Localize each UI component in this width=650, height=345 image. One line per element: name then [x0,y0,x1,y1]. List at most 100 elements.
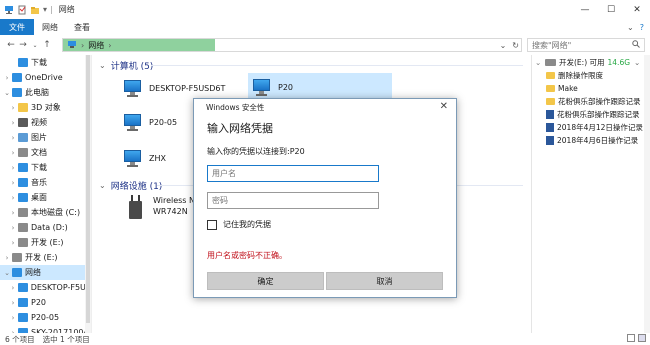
chevron-icon[interactable]: › [2,74,12,82]
ok-button[interactable]: 确定 [207,272,324,290]
close-button[interactable]: ✕ [624,0,650,19]
up-arrow-icon[interactable]: ↑ [41,40,53,50]
computer-item-selected[interactable]: P20 [248,73,392,101]
minimize-button[interactable]: — [572,0,598,19]
refresh-icon[interactable]: ↻ [512,41,519,50]
chevron-icon[interactable]: › [8,239,18,247]
recent-locations-icon[interactable]: ⌄ [29,42,41,49]
group-header-devices[interactable]: ⌄ 网络设施 (1) [99,178,162,192]
sidebar-item[interactable]: › 开发 (E:) [0,250,91,265]
cancel-button[interactable]: 取消 [326,272,443,290]
chevron-icon[interactable]: › [8,104,18,112]
sidebar-item[interactable]: › Data (D:) [0,220,91,235]
tab-view[interactable]: 查看 [66,19,98,35]
chevron-icon[interactable]: › [8,149,18,157]
chevron-down-icon[interactable]: ⌄ [99,61,106,70]
scrollbar-thumb[interactable] [86,55,90,323]
download-icon [18,163,28,172]
expand-icon[interactable]: ⌄ [634,58,640,67]
properties-icon[interactable] [17,5,27,15]
recent-item[interactable]: 花粉俱乐部操作跟踪记录 [532,95,650,108]
details-scrollbar[interactable] [644,55,650,333]
drive-icon [18,238,28,247]
chevron-icon[interactable]: › [8,299,18,307]
chevron-icon[interactable]: › [8,164,18,172]
chevron-down-icon[interactable]: ⌄ [535,58,545,67]
search-box[interactable] [527,38,645,52]
computer-item[interactable]: DESKTOP-F5USD6T [121,77,249,99]
sidebar-item[interactable]: › 图片 [0,130,91,145]
group-header-computers[interactable]: ⌄ 计算机 (5) [99,58,153,72]
sidebar-item[interactable]: › DESKTOP-F5US [0,280,91,295]
sidebar-item[interactable]: › P20-05 [0,310,91,325]
search-input[interactable] [532,40,632,50]
recent-item[interactable]: 花粉俱乐部操作跟踪记录 [532,108,650,121]
sidebar-item[interactable]: 下载 [0,55,91,70]
password-field[interactable] [207,192,379,209]
title-bar: ▾ | 网络 — ☐ ✕ [0,0,650,19]
remember-checkbox[interactable] [207,219,217,230]
sidebar-item[interactable]: › P20 [0,295,91,310]
computer-icon [121,113,143,131]
tab-network[interactable]: 网络 [34,19,66,35]
chevron-icon[interactable]: › [8,284,18,292]
remember-credentials[interactable]: 记住我的凭据 [207,219,271,230]
large-icons-view-icon[interactable] [638,334,646,342]
breadcrumb-network[interactable]: 网络 [88,40,104,51]
chevron-icon[interactable]: › [8,194,18,202]
tab-file[interactable]: 文件 [0,19,34,35]
sidebar-item-label: 文档 [31,148,47,157]
sidebar-item[interactable]: › 桌面 [0,190,91,205]
sidebar-item-label: 下载 [31,58,47,67]
sidebar-item[interactable]: › 文档 [0,145,91,160]
back-arrow-icon[interactable]: ← [5,40,17,50]
help-button[interactable]: ? [640,23,644,32]
sidebar-item-label: 音乐 [31,178,47,187]
username-field[interactable] [207,165,379,182]
sidebar-item[interactable]: ⌄ 此电脑 [0,85,91,100]
maximize-button[interactable]: ☐ [598,0,624,19]
recent-item[interactable]: 2018年4月6日操作记录 [532,134,650,147]
chevron-icon[interactable]: ⌄ [2,269,12,277]
chevron-icon[interactable]: › [8,134,18,142]
chevron-icon[interactable]: › [2,254,12,262]
address-dropdown-icon[interactable]: ⌄ [500,41,507,50]
chevron-icon[interactable]: › [8,209,18,217]
chevron-down-icon[interactable]: ⌄ [99,181,106,190]
recent-item-label: 删除操作限度 [558,71,603,80]
sidebar-item[interactable]: › 本地磁盘 (C:) [0,205,91,220]
chevron-down-icon[interactable]: ⌄ [627,23,634,32]
error-message: 用户名或密码不正确。 [207,251,287,260]
chevron-icon[interactable]: ⌄ [2,89,12,97]
network-icon [67,40,77,51]
chevron-icon[interactable]: › [8,314,18,322]
recent-item[interactable]: 2018年4月12日操作记录 [532,121,650,134]
sidebar-item[interactable]: › 下载 [0,160,91,175]
details-view-icon[interactable] [627,334,635,342]
sidebar-item[interactable]: › OneDrive [0,70,91,85]
recent-item[interactable]: 删除操作限度 [532,69,650,82]
customize-toolbar-icon[interactable]: ▾ [43,5,47,14]
navigation-pane: 下载 › OneDrive ⌄ 此电脑 › 3D 对象 › 视频 › 图片 › 文档 › 下载 › 音乐 › 桌面 ›… [0,55,92,333]
search-icon[interactable] [632,40,640,50]
sidebar-item[interactable]: › 开发 (E:) [0,235,91,250]
chevron-icon[interactable]: › [8,119,18,127]
network-icon[interactable] [4,5,14,15]
breadcrumb-separator: › [108,40,112,50]
dialog-close-button[interactable]: ✕ [440,101,448,112]
recent-item[interactable]: Make [532,82,650,95]
sidebar-item-label: 桌面 [31,193,47,202]
forward-arrow-icon[interactable]: → [17,40,29,50]
chevron-icon[interactable]: › [8,179,18,187]
sidebar-item[interactable]: › 音乐 [0,175,91,190]
sidebar-item[interactable]: ⌄ 网络 [0,265,91,280]
sidebar-scrollbar[interactable] [85,55,91,333]
chevron-icon[interactable]: › [8,224,18,232]
sidebar-item[interactable]: › 3D 对象 [0,100,91,115]
address-bar[interactable]: › 网络 › ⌄ ↻ [62,38,522,52]
folder-icon [546,98,555,105]
computer-name: DESKTOP-F5USD6T [149,83,226,93]
sidebar-item[interactable]: › SKY-20171004I [0,325,91,333]
new-folder-icon[interactable] [30,5,40,15]
sidebar-item[interactable]: › 视频 [0,115,91,130]
